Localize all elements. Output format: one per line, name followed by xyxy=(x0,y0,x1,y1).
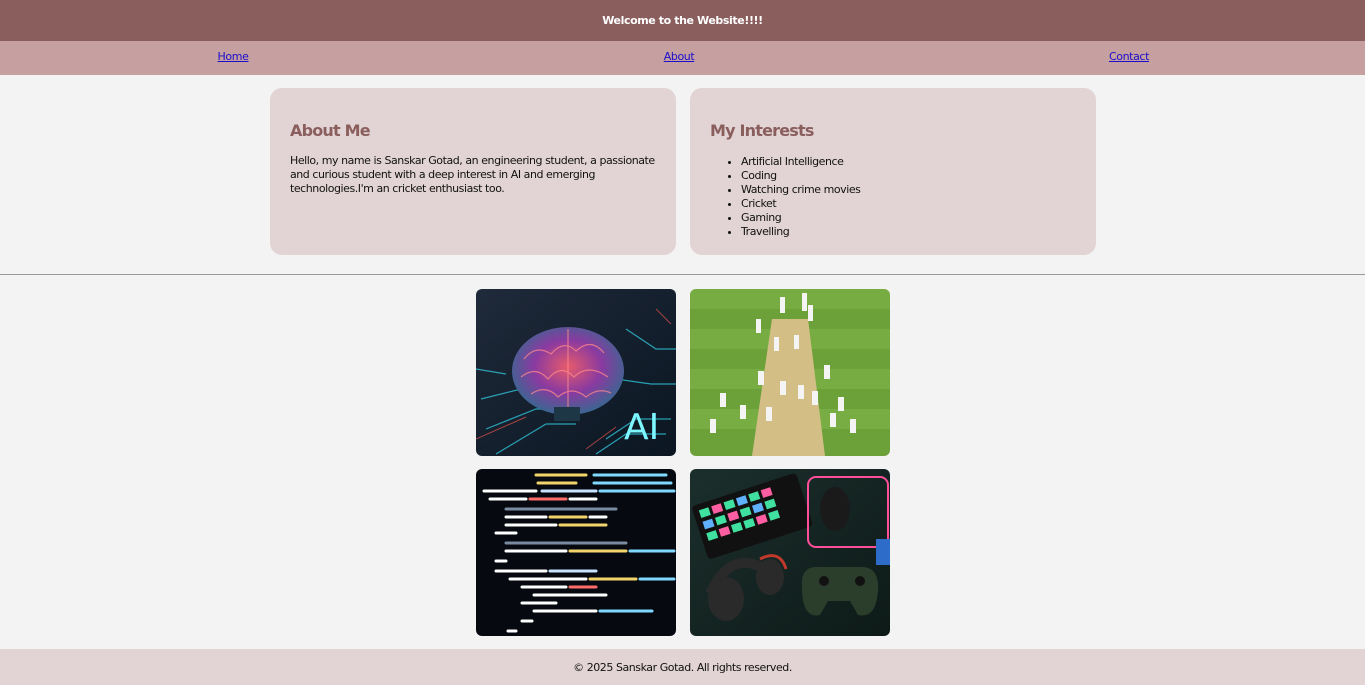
interest-item: Travelling xyxy=(741,225,1076,239)
ai-image-text: AI xyxy=(624,407,659,448)
interests-heading: My Interests xyxy=(710,121,814,140)
ai-brain-image: AI xyxy=(476,289,676,456)
interest-item: Cricket xyxy=(741,197,1076,211)
code-image xyxy=(476,469,676,636)
header-title: Welcome to the Website!!!! xyxy=(602,14,763,27)
site-footer: © 2025 Sanskar Gotad. All rights reserve… xyxy=(0,649,1365,685)
gaming-image xyxy=(690,469,890,636)
about-text: Hello, my name is Sanskar Gotad, an engi… xyxy=(290,154,655,195)
about-card: About Me Hello, my name is Sanskar Gotad… xyxy=(270,88,676,255)
interest-item: Gaming xyxy=(741,211,1076,225)
interests-card: My Interests Artificial Intelligence Cod… xyxy=(690,88,1096,255)
site-header: Welcome to the Website!!!! xyxy=(0,0,1365,41)
interest-item: Watching crime movies xyxy=(741,183,1076,197)
interest-item: Coding xyxy=(741,169,1076,183)
nav-link-home[interactable]: Home xyxy=(218,50,249,63)
cricket-image xyxy=(690,289,890,456)
main-nav: Home About Contact xyxy=(0,41,1365,75)
interest-item: Artificial Intelligence xyxy=(741,155,1076,169)
about-heading: About Me xyxy=(290,121,371,140)
interests-list: Artificial Intelligence Coding Watching … xyxy=(710,155,1076,239)
section-divider xyxy=(0,274,1365,275)
footer-text: © 2025 Sanskar Gotad. All rights reserve… xyxy=(573,660,792,674)
nav-link-contact[interactable]: Contact xyxy=(1109,50,1149,63)
nav-link-about[interactable]: About xyxy=(664,50,695,63)
